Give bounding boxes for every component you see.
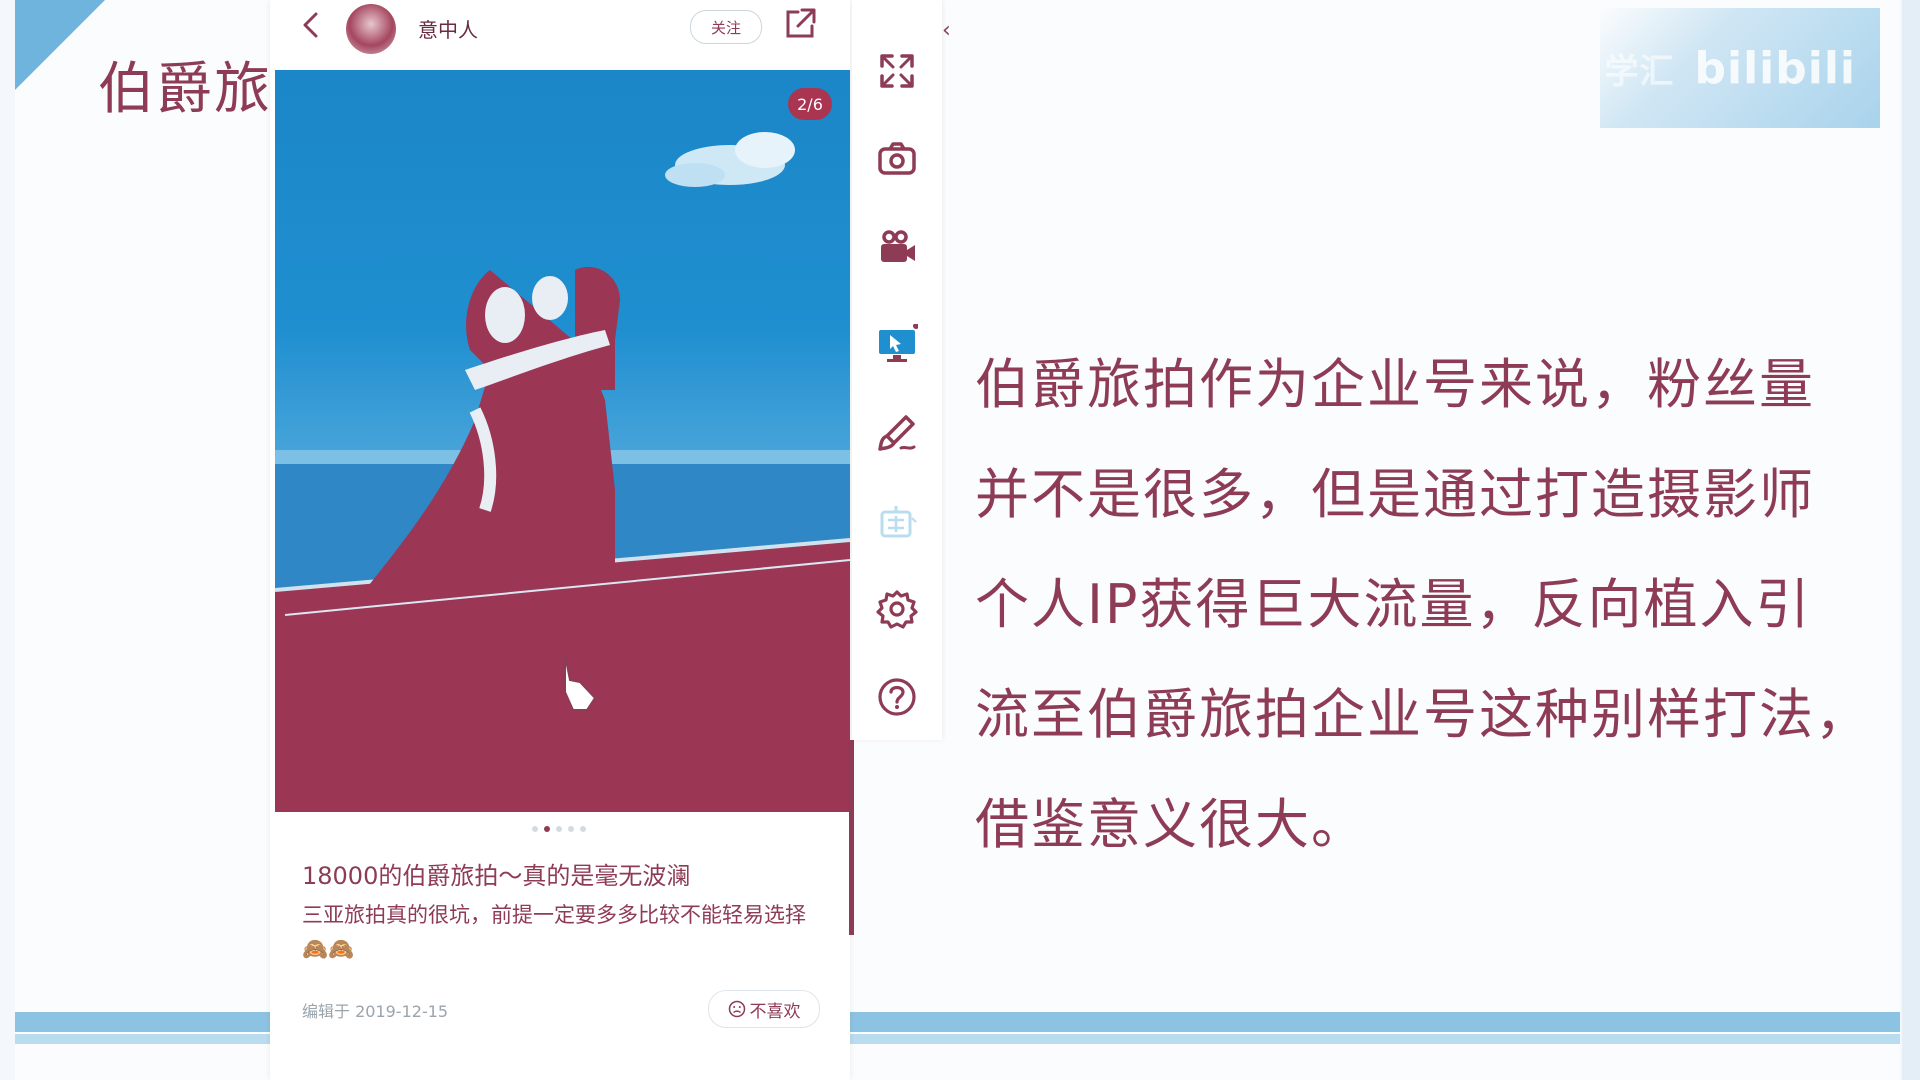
body-line: 个人IP获得巨大流量，反向植入引 [975, 573, 1812, 636]
carousel-dot-active[interactable] [544, 826, 550, 832]
dislike-label: 不喜欢 [749, 1001, 801, 1022]
post-description: 三亚旅拍真的很坑，前提一定要多多比较不能轻易选择🙈🙈 [302, 903, 806, 961]
translate-button[interactable] [872, 496, 922, 546]
collapse-toolbar-button[interactable]: ‹ [942, 18, 951, 43]
fullscreen-icon [880, 54, 914, 88]
post-date: 编辑于 2019-12-15 [302, 1002, 449, 1021]
carousel-dot[interactable] [532, 826, 538, 832]
slide-body-text: 伯爵旅拍作为企业号来说，粉丝量 并不是很多，但是通过打造摄影师 个人IP获得巨大… [975, 330, 1871, 880]
username[interactable]: 意中人 [418, 14, 478, 43]
avatar[interactable] [346, 4, 396, 54]
chevron-left-icon [303, 12, 318, 38]
annotate-button[interactable] [872, 408, 922, 458]
panel-divider [849, 740, 854, 935]
carousel-dot[interactable] [568, 826, 574, 832]
back-button[interactable] [296, 8, 326, 51]
bilibili-watermark: 学汇 bilibili [1600, 8, 1880, 128]
screenshot-button[interactable] [872, 134, 922, 184]
screen-share-icon [879, 324, 918, 362]
body-line: 流至伯爵旅拍企业号这种别样打法， [975, 683, 1871, 746]
dislike-button[interactable]: 不喜欢 [708, 990, 820, 1028]
corner-decoration [15, 0, 105, 90]
camera-icon [878, 142, 916, 175]
body-line: 并不是很多，但是通过打造摄影师 [975, 463, 1815, 526]
page-indicator-badge: 2/6 [788, 88, 832, 120]
share-icon[interactable] [780, 4, 820, 44]
translate-icon [880, 506, 917, 538]
post-header: 意中人 关注 [270, 0, 850, 60]
help-button[interactable] [872, 672, 922, 722]
couple-photo-illustration [275, 132, 850, 812]
watermark-text: bilibili [1694, 42, 1856, 94]
carousel-dot[interactable] [556, 826, 562, 832]
help-icon [878, 678, 916, 716]
brush-icon [878, 415, 916, 451]
fullscreen-button[interactable] [872, 46, 922, 96]
carousel-dot[interactable] [580, 826, 586, 832]
tool-sidebar [852, 0, 942, 740]
video-camera-icon [881, 230, 915, 262]
sad-face-icon [728, 1000, 745, 1018]
body-line: 借鉴意义很大。 [975, 793, 1367, 856]
record-button[interactable] [872, 222, 922, 272]
post-title: 18000的伯爵旅拍～真的是毫无波澜 [302, 862, 691, 890]
carousel-dots [532, 826, 586, 832]
follow-button[interactable]: 关注 [690, 10, 762, 44]
watermark-prefix: 学汇 [1604, 51, 1675, 92]
right-edge-strip [1902, 0, 1920, 1080]
screen-share-button[interactable] [872, 320, 922, 370]
post-photo[interactable]: 2/6 [275, 70, 850, 812]
body-line: 伯爵旅拍作为企业号来说，粉丝量 [975, 353, 1815, 416]
settings-button[interactable] [872, 584, 922, 634]
phone-post-view: 意中人 关注 2/6 18000的伯爵旅拍～真的是毫无波澜 三亚旅拍真的很坑，前… [270, 0, 850, 1080]
settings-icon [876, 590, 918, 629]
